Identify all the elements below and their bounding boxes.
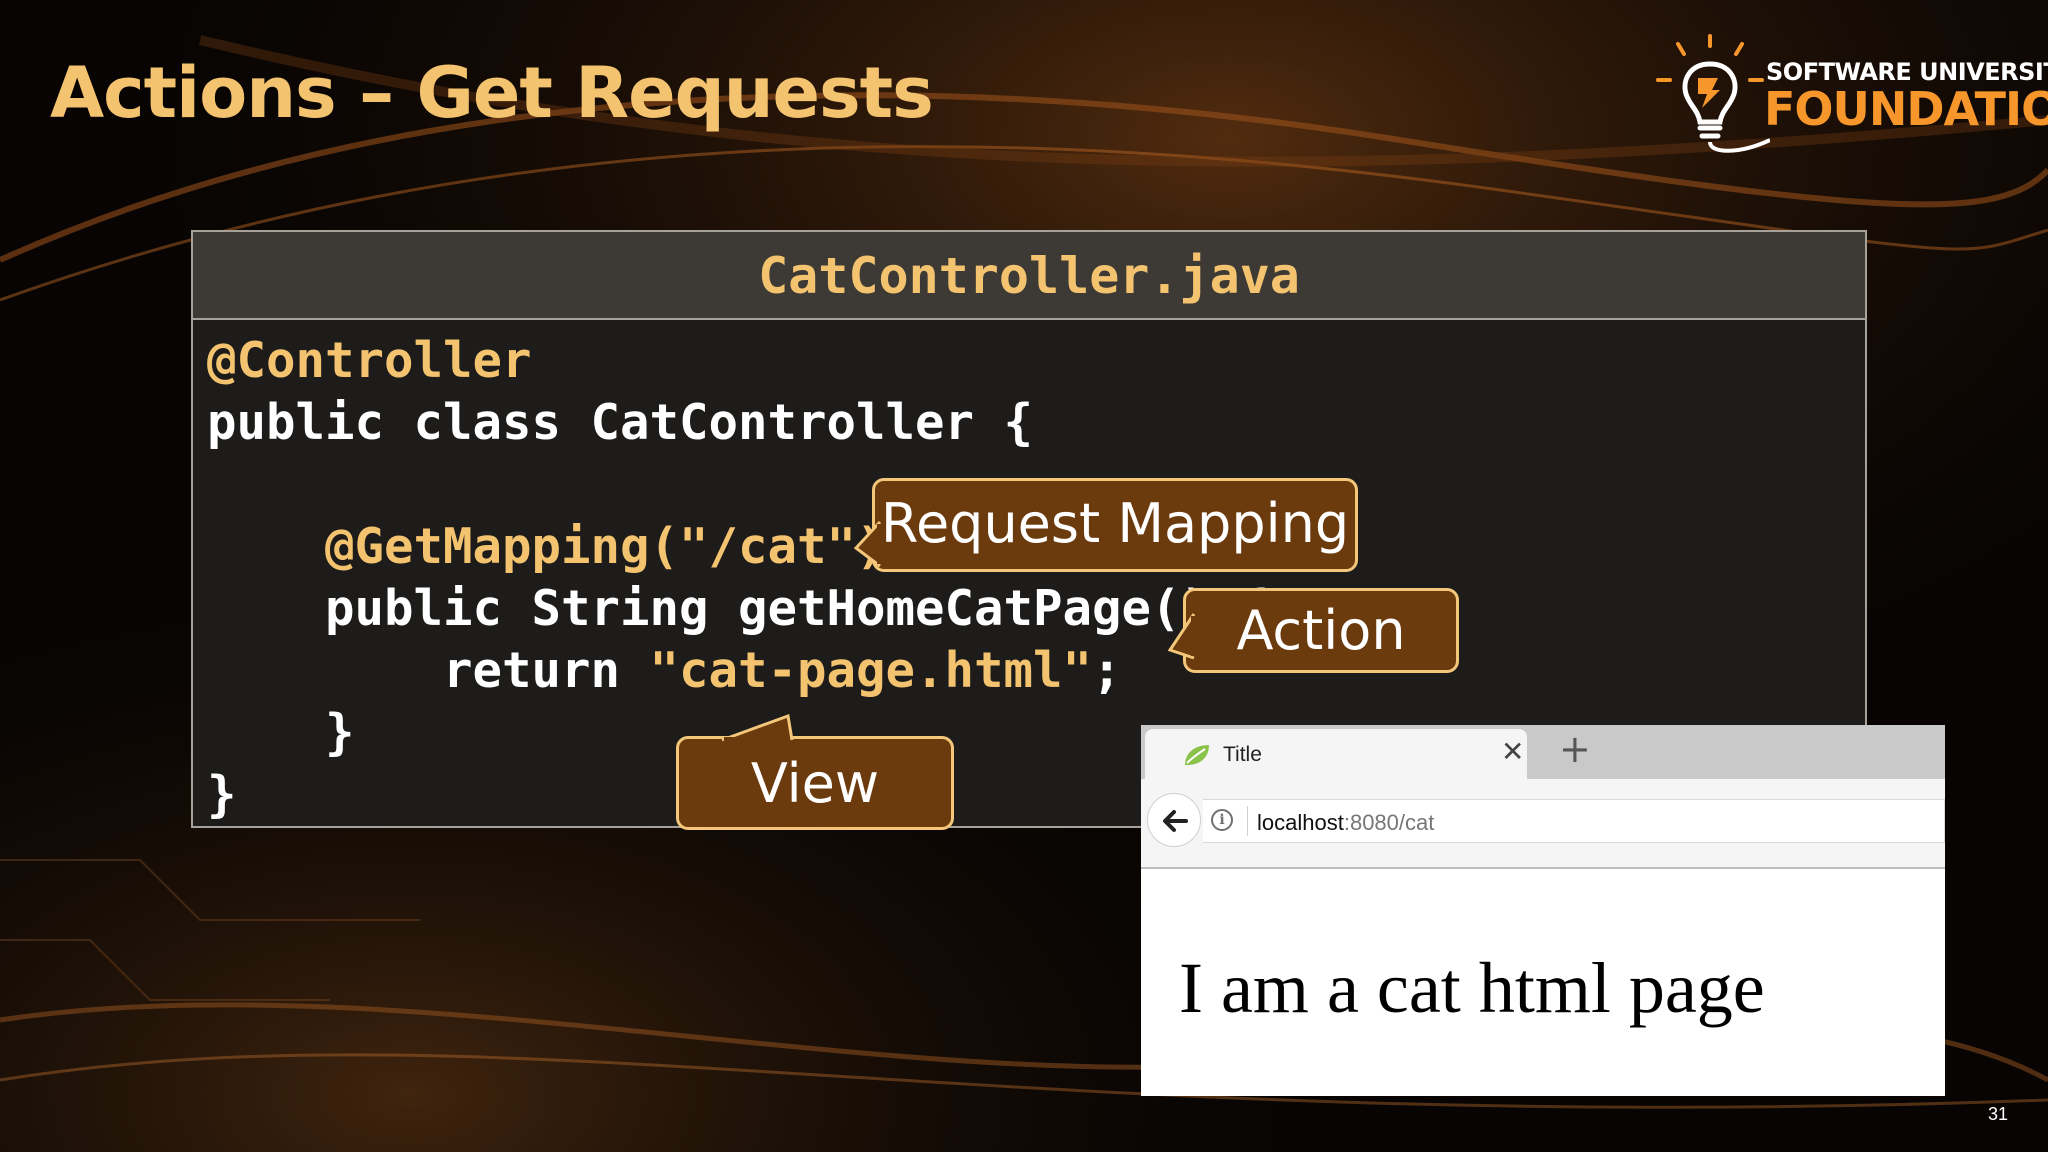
browser-toolbar: i localhost:8080/cat <box>1141 779 1945 869</box>
softuni-logo: SOFTWARE UNIVERSITY FOUNDATION <box>1650 30 2048 160</box>
code-line: public class CatController { <box>193 392 1865 454</box>
logo-text-line2: FOUNDATION <box>1764 82 2048 136</box>
url-text[interactable]: localhost:8080/cat <box>1257 810 1434 836</box>
slide-number: 31 <box>1987 1104 2008 1124</box>
callout-request-mapping: Request Mapping <box>872 478 1358 572</box>
close-tab-icon[interactable]: ✕ <box>1501 737 1524 767</box>
code-line: @Controller <box>193 330 1865 392</box>
callout-action: Action <box>1183 588 1459 673</box>
code-text: } <box>207 766 237 823</box>
browser-window: Title ✕ + i localhost:8080/cat I am a ca… <box>1141 725 1945 1096</box>
code-text: public String getHomeCatPage() { <box>207 580 1270 637</box>
address-bar[interactable]: i localhost:8080/cat <box>1203 799 1945 843</box>
back-button[interactable] <box>1147 793 1201 847</box>
new-tab-icon[interactable]: + <box>1559 727 1591 771</box>
code-text: return <box>207 642 650 699</box>
code-line: public String getHomeCatPage() { <box>193 578 1865 640</box>
code-text: public class CatController { <box>207 394 1034 451</box>
lightbulb-icon <box>1656 34 1770 153</box>
code-string: "cat-page.html" <box>649 642 1093 699</box>
slide-title: Actions – Get Requests <box>50 52 934 134</box>
callout-view-tail <box>721 713 794 745</box>
code-annotation: @Controller <box>207 332 532 389</box>
code-text: ; <box>1092 642 1122 699</box>
back-arrow-icon <box>1163 810 1188 832</box>
callout-mapping-tail <box>853 520 883 568</box>
browser-tab[interactable]: Title ✕ <box>1145 729 1527 779</box>
page-content-text: I am a cat html page <box>1179 948 1765 1028</box>
tab-title: Title <box>1223 743 1262 766</box>
url-separator <box>1247 806 1248 836</box>
url-host: localhost <box>1257 810 1344 835</box>
code-annotation: @GetMapping("/cat") <box>207 518 886 575</box>
callout-action-tail <box>1167 613 1197 660</box>
spring-leaf-icon <box>1185 745 1209 765</box>
url-path: :8080/cat <box>1343 810 1435 835</box>
info-icon[interactable]: i <box>1211 809 1233 831</box>
callout-view: View <box>676 736 954 830</box>
tab-bar: Title ✕ + <box>1141 725 1945 779</box>
code-text: } <box>207 704 355 761</box>
code-line: return "cat-page.html"; <box>193 640 1865 702</box>
code-filename: CatController.java <box>193 232 1865 320</box>
